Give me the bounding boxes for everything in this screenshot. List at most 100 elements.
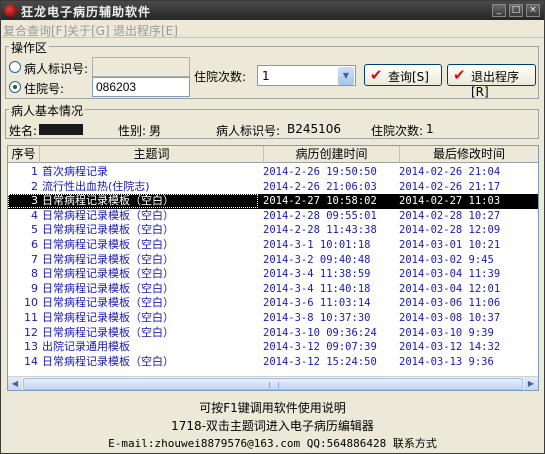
- scroll-right-icon[interactable]: ▶: [524, 377, 538, 390]
- table-row[interactable]: 3 日常病程记录模板（空白） 2014-2-27 10:58:02 2014-02-2…: [8, 194, 538, 209]
- row-modified-time: 2014-03-04 11:39: [399, 268, 501, 281]
- row-created-time: 2014-3-2 09:40:48: [263, 253, 371, 266]
- col-header-no[interactable]: 序号: [8, 146, 40, 163]
- redacted-name: [39, 124, 83, 135]
- table-row[interactable]: 5 日常病程记录模板（空白） 2014-2-28 11:43:38 2014-02-2…: [8, 223, 538, 238]
- double-click-hint: 1718-双击主题词进入电子病历编辑器: [171, 419, 374, 433]
- row-subject[interactable]: 日常病程记录模板（空白）: [42, 209, 174, 223]
- row-number: 6: [31, 238, 38, 251]
- admission-count-label: 住院次数:: [194, 70, 247, 84]
- app-icon: [4, 4, 17, 17]
- menu-compound-query[interactable]: 复合查询[F]: [3, 22, 67, 39]
- patient-id-info-value: B245106: [287, 122, 342, 136]
- chevron-down-icon[interactable]: ▼: [338, 67, 354, 85]
- minimize-button[interactable]: _: [492, 4, 506, 17]
- row-subject[interactable]: 日常病程记录模板（空白）: [42, 355, 174, 369]
- row-number: 14: [24, 354, 38, 368]
- table-row[interactable]: 13 出院记录通用模板 2014-3-12 09:07:39 2014-03-12 1…: [8, 340, 538, 355]
- grip-icon: [269, 382, 279, 388]
- admission-count-value: 1: [262, 69, 270, 83]
- admission-no-field[interactable]: 086203: [92, 77, 190, 97]
- query-button[interactable]: ✔ 查询[S]: [364, 64, 442, 86]
- row-subject[interactable]: 日常病程记录模板（空白）: [42, 223, 174, 237]
- row-subject[interactable]: 日常病程记录模板（空白）: [42, 238, 174, 252]
- row-number: 9: [31, 281, 38, 295]
- table-row[interactable]: 7 日常病程记录模板（空白） 2014-3-2 09:40:48 2014-03-02…: [8, 253, 538, 268]
- row-number: 10: [24, 296, 38, 310]
- menu-about[interactable]: 关于[G]: [67, 22, 110, 39]
- row-number: 1: [31, 165, 38, 178]
- col-header-subject[interactable]: 主题词: [40, 146, 264, 163]
- patient-id-info-label: 病人标识号:: [216, 124, 281, 138]
- row-created-time: 2014-3-8 10:37:30: [263, 312, 371, 324]
- table-row[interactable]: 8 日常病程记录模板（空白） 2014-3-4 11:38:59 2014-03-04…: [8, 267, 538, 282]
- gender-value: 男: [149, 124, 162, 138]
- row-number: 11: [24, 311, 38, 324]
- scroll-thumb[interactable]: [23, 378, 523, 390]
- table-row[interactable]: 12 日常病程记录模板（空白） 2014-3-10 09:36:24 2014-03-…: [8, 326, 538, 341]
- row-number: 13: [24, 340, 38, 354]
- focus-rect: [8, 194, 258, 209]
- row-created-time: 2014-3-4 11:40:18: [263, 282, 371, 295]
- row-modified-time: 2014-03-08 10:37: [399, 312, 501, 324]
- row-created-time: 2014-2-26 19:50:50: [263, 166, 377, 178]
- row-number: 7: [31, 252, 38, 266]
- patient-info-group-label: 病人基本情况: [9, 102, 86, 119]
- row-created-time: 2014-3-12 15:24:50: [263, 355, 377, 368]
- menu-exit[interactable]: 退出程序[E]: [113, 22, 178, 39]
- col-header-modified[interactable]: 最后修改时间: [400, 146, 538, 163]
- operation-group-label: 操作区: [9, 39, 50, 56]
- help-hint: 可按F1键调用软件使用说明: [199, 401, 346, 415]
- row-created-time: 2014-2-27 10:58:02: [263, 194, 377, 209]
- row-subject[interactable]: 日常病程记录模板（空白）: [42, 253, 174, 267]
- row-created-time: 2014-2-26 21:06:03: [263, 180, 377, 193]
- patient-id-field[interactable]: [92, 57, 190, 77]
- records-grid[interactable]: 序号 主题词 病历创建时间 最后修改时间 1 首次病程记录 2014-2-26 19…: [7, 145, 539, 391]
- admission-count-select[interactable]: 1 ▼: [257, 65, 356, 86]
- row-subject[interactable]: 首次病程记录: [42, 165, 108, 179]
- row-number: 12: [24, 325, 38, 339]
- table-row[interactable]: 1 首次病程记录 2014-2-26 19:50:50 2014-02-26 21:0…: [8, 165, 538, 180]
- row-modified-time: 2014-02-28 10:27: [399, 209, 501, 222]
- row-created-time: 2014-3-12 09:07:39: [263, 341, 377, 354]
- window-title: 狂龙电子病历辅助软件: [21, 5, 152, 19]
- row-created-time: 2014-3-6 11:03:14: [263, 297, 371, 310]
- row-modified-time: 2014-03-02 9:45: [399, 253, 494, 266]
- patient-name-label: 姓名:: [9, 124, 38, 138]
- admission-no-radio[interactable]: [9, 81, 21, 93]
- scroll-left-icon[interactable]: ◀: [8, 377, 22, 390]
- maximize-button[interactable]: □: [509, 4, 523, 17]
- row-subject[interactable]: 日常病程记录模板（空白）: [42, 326, 174, 340]
- count-info-value: 1: [426, 122, 434, 136]
- row-created-time: 2014-2-28 09:55:01: [263, 209, 377, 222]
- title-bar: 狂龙电子病历辅助软件 _ □ ×: [1, 1, 544, 20]
- row-created-time: 2014-3-4 11:38:59: [263, 268, 371, 281]
- row-number: 8: [31, 267, 38, 281]
- row-modified-time: 2014-02-26 21:17: [399, 180, 501, 193]
- row-subject[interactable]: 流行性出血热(住院志): [42, 180, 150, 194]
- patient-id-radio[interactable]: [9, 61, 21, 73]
- table-row[interactable]: 9 日常病程记录模板（空白） 2014-3-4 11:40:18 2014-03-04…: [8, 282, 538, 297]
- row-modified-time: 2014-02-27 11:03: [399, 194, 501, 209]
- close-button[interactable]: ×: [526, 4, 540, 17]
- row-subject[interactable]: 出院记录通用模板: [42, 340, 130, 354]
- row-subject[interactable]: 日常病程记录模板（空白）: [42, 267, 174, 281]
- row-number: 4: [31, 208, 38, 222]
- row-created-time: 2014-3-10 09:36:24: [263, 326, 377, 339]
- row-created-time: 2014-3-1 10:01:18: [263, 239, 371, 251]
- row-subject[interactable]: 日常病程记录模板（空白）: [42, 311, 174, 325]
- row-subject[interactable]: 日常病程记录模板（空白）: [42, 296, 174, 310]
- table-row[interactable]: 4 日常病程记录模板（空白） 2014-2-28 09:55:01 2014-02-2…: [8, 209, 538, 224]
- admission-no-label: 住院号:: [24, 82, 65, 96]
- table-row[interactable]: 14 日常病程记录模板（空白） 2014-3-12 15:24:50 2014-03-…: [8, 355, 538, 370]
- table-row[interactable]: 6 日常病程记录模板（空白） 2014-3-1 10:01:18 2014-03-01…: [8, 238, 538, 253]
- horizontal-scrollbar[interactable]: ◀ ▶: [8, 376, 538, 390]
- table-row[interactable]: 10 日常病程记录模板（空白） 2014-3-6 11:03:14 2014-03-0…: [8, 296, 538, 311]
- checkmark-icon: ✔: [370, 66, 383, 84]
- table-row[interactable]: 2 流行性出血热(住院志) 2014-2-26 21:06:03 2014-02-26…: [8, 180, 538, 195]
- row-subject[interactable]: 日常病程记录模板（空白）: [42, 282, 174, 296]
- table-row[interactable]: 11 日常病程记录模板（空白） 2014-3-8 10:37:30 2014-03-0…: [8, 311, 538, 326]
- col-header-created[interactable]: 病历创建时间: [264, 146, 400, 163]
- exit-button[interactable]: ✔ 退出程序[R]: [447, 64, 536, 99]
- row-modified-time: 2014-02-26 21:04: [399, 166, 501, 178]
